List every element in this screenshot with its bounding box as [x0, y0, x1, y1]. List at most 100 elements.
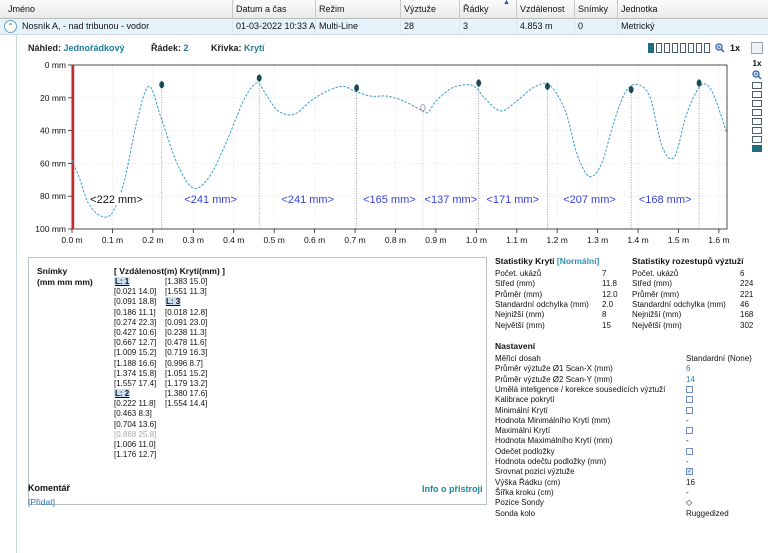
setting-value: 6: [686, 364, 691, 374]
row-unit: Metrický: [621, 21, 655, 31]
preview-mode[interactable]: Náhled: Jednořádkový: [28, 43, 125, 53]
spacing-stat-label: Nejnižší (mm): [632, 310, 682, 320]
zoom-side-magnifier-icon[interactable]: [752, 70, 762, 80]
spacing-stat-label: Největší (mm): [632, 320, 682, 330]
snapshot-entry: [0.018 12.8]: [165, 307, 208, 317]
snapshot-entry: [0.719 16.3]: [165, 348, 208, 358]
vzoom-level-3[interactable]: [752, 127, 762, 134]
cover-stat-value: 15: [602, 320, 611, 330]
setting-value: Ruggedized: [686, 508, 729, 518]
snapshot-entry: [1.380 17.6]: [165, 389, 208, 399]
spacing-stat-value: 302: [740, 320, 754, 330]
setting-label: Hodnota odečtu podložky (mm): [495, 457, 607, 466]
cover-stat-value: 7: [602, 269, 607, 278]
snapshot-entry: [1.006 11.0]: [114, 440, 156, 449]
vzoom-level-8[interactable]: [752, 82, 762, 89]
x-tick-label: 0.8 m: [385, 235, 406, 245]
vzoom-level-6[interactable]: [752, 100, 762, 107]
col-header-name[interactable]: Jméno: [0, 0, 233, 19]
cover-stats-mode[interactable]: [Normální]: [557, 256, 600, 266]
vzoom-level-4[interactable]: [752, 118, 762, 125]
zoom-level-5[interactable]: [680, 43, 686, 53]
snapshot-line-header-text: L: 3: [165, 297, 182, 307]
zoom-side-label: 1x: [752, 59, 762, 68]
zoom-level-2[interactable]: [656, 43, 662, 53]
cover-stat-label: Průměr (mm): [495, 289, 543, 299]
chart-spacing-labels: <222 mm> <241 mm> <241 mm> <165 mm> <137 mm>…: [88, 193, 691, 206]
table-row[interactable]: ⌃ Nosník A, - nad tribunou - vodor 01-03…: [0, 19, 768, 35]
setting-checkbox[interactable]: [686, 447, 693, 455]
cover-stat-label: Největší (mm): [495, 320, 545, 330]
setting-label: Kalibrace pokrytí: [495, 395, 555, 405]
setting-label: Umělá inteligence / korekce sousedících …: [495, 384, 666, 394]
x-tick-label: 0.6 m: [304, 235, 325, 245]
setting-label: Minimální Krytí: [495, 405, 548, 415]
col-header-rebars[interactable]: Výztuže: [401, 0, 460, 19]
zoom-level-3[interactable]: [664, 43, 670, 53]
setting-label: Šířka kroku (cm): [495, 487, 554, 497]
col-header-distance[interactable]: Vzdálenost: [517, 0, 575, 19]
setting-checkbox[interactable]: [686, 385, 693, 393]
cover-stat-label: Standardní odchylka (mm): [495, 299, 589, 309]
setting-checkbox[interactable]: [686, 406, 693, 414]
x-tick-label: 0.0 m: [61, 235, 82, 245]
vertical-zoom-control[interactable]: 1x: [750, 59, 764, 152]
horizontal-zoom-control[interactable]: 1x: [648, 42, 740, 54]
spacing-label: <222 mm>: [90, 194, 143, 206]
setting-checkbox[interactable]: [686, 396, 693, 404]
y-tick-label: 60 mm: [40, 158, 66, 168]
row-date: 01-03-2022 10:33 AM: [233, 19, 316, 35]
device-info-link[interactable]: Info o přístroji: [422, 484, 483, 494]
rebar-marker-dim: [420, 104, 426, 111]
setting-checkbox[interactable]: [686, 427, 693, 435]
row-distance: 4.853 m: [517, 19, 575, 35]
add-comment-link[interactable]: [Přidat]: [28, 497, 55, 507]
spacing-stat-value: 168: [740, 310, 754, 320]
zoom-magnifier-icon[interactable]: [715, 43, 725, 53]
cover-stat-label: Střed (mm): [495, 279, 535, 289]
snapshot-entry: [1.551 11.3]: [165, 287, 207, 297]
vzoom-level-2[interactable]: [752, 136, 762, 143]
setting-label: Sonda kolo: [495, 508, 536, 518]
col-header-mode[interactable]: Režim: [316, 0, 401, 19]
x-tick-label: 1.0 m: [466, 235, 487, 245]
maximize-icon[interactable]: [751, 42, 763, 54]
zoom-level-8[interactable]: [704, 43, 710, 53]
setting-value: -: [686, 457, 689, 466]
setting-label: Maximální Krytí: [495, 426, 551, 436]
spacing-label: <171 mm>: [486, 194, 539, 206]
curve-label: Křivka:: [211, 43, 242, 53]
cover-chart[interactable]: 0.0 m 0.1 m 0.2 m 0.3 m 0.4 m 0.5 m 0.6 m 0.7 m…: [17, 57, 747, 282]
col-header-snapshots[interactable]: Snímky: [575, 0, 618, 19]
curve-selector[interactable]: Křivka: Krytí: [211, 43, 265, 53]
vzoom-level-1[interactable]: [752, 145, 762, 152]
zoom-level-7[interactable]: [696, 43, 702, 53]
col-header-date[interactable]: Datum a čas ▲: [233, 0, 510, 19]
cover-stat-value: 11.8: [602, 279, 617, 289]
vzoom-level-5[interactable]: [752, 109, 762, 116]
setting-label: Průměr výztuže Ø2 Scan-Y (mm): [495, 374, 613, 384]
spacing-label: <165 mm>: [363, 194, 416, 206]
cover-stat-label: Počet. ukázů: [495, 269, 542, 278]
setting-checkbox-checked[interactable]: ✓: [686, 468, 693, 476]
zoom-level-1[interactable]: [648, 43, 654, 53]
snapshots-title: Snímky: [37, 266, 68, 276]
preview-value: Jednořádkový: [63, 43, 125, 53]
x-tick-label: 1.5 m: [668, 235, 689, 245]
col-header-unit[interactable]: Jednotka: [618, 0, 768, 19]
col-header-lines[interactable]: Řádky: [460, 0, 517, 19]
x-tick-label: 0.5 m: [264, 235, 285, 245]
settings-title: Nastavení: [495, 341, 536, 351]
y-tick-label: 100 mm: [35, 224, 66, 234]
y-tick-label: 20 mm: [40, 93, 66, 103]
zoom-level-4[interactable]: [672, 43, 678, 53]
vzoom-level-7[interactable]: [752, 91, 762, 98]
collapse-row-icon[interactable]: ⌃: [4, 20, 17, 33]
detail-panel: Náhled: Jednořádkový Řádek: 2 Křivka: Kr…: [16, 35, 768, 553]
setting-label: Pozice Sondy: [495, 498, 544, 508]
zoom-level-6[interactable]: [688, 43, 694, 53]
setting-label: Měřicí dosah: [495, 354, 541, 363]
line-selector[interactable]: Řádek: 2: [151, 43, 189, 53]
snapshot-line-header[interactable]: L: 3: [165, 297, 235, 307]
snapshot-entry: [1.176 12.7]: [114, 450, 157, 460]
